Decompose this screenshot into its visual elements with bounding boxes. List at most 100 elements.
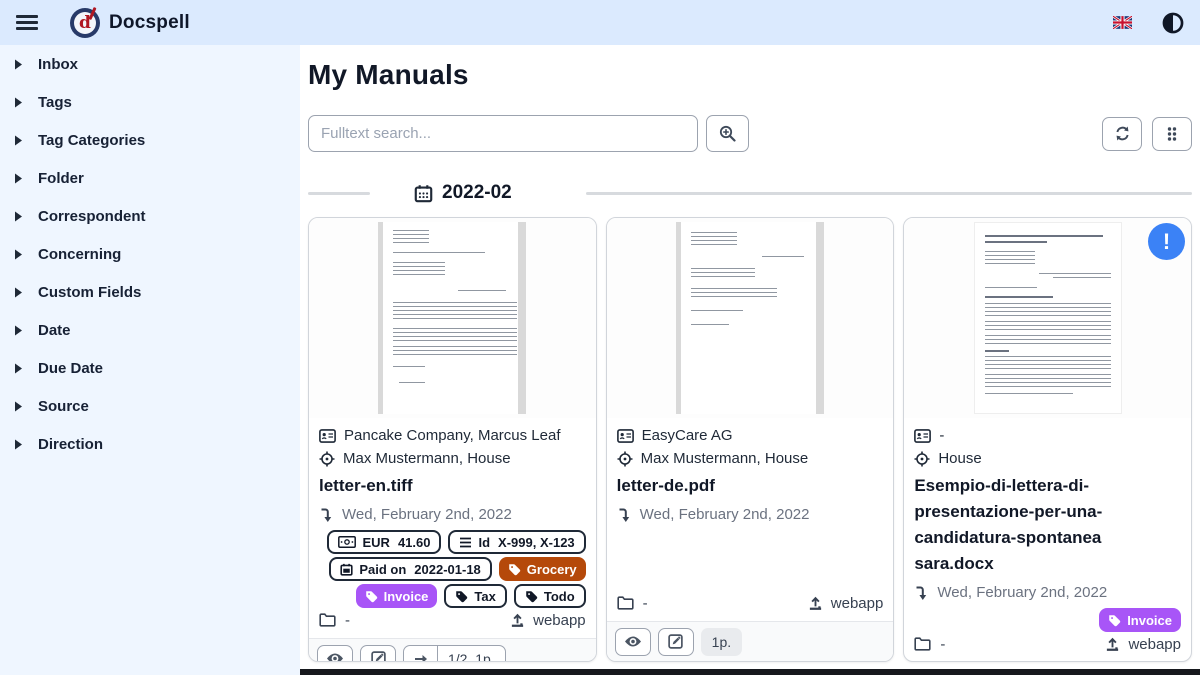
folder-icon: [617, 596, 634, 610]
folder-icon: [914, 637, 931, 651]
pen-square-icon: [371, 651, 386, 662]
search-input[interactable]: [308, 115, 698, 152]
tag-icon: [525, 590, 538, 603]
folder-info: -: [617, 595, 648, 612]
preview-button[interactable]: [317, 645, 353, 663]
app-logo[interactable]: d Docspell: [70, 8, 190, 38]
month-group-label: 2022-02: [442, 182, 512, 204]
caret-right-icon: [14, 97, 23, 108]
source-info: webapp: [808, 595, 884, 612]
menu-icon[interactable]: [16, 12, 38, 34]
caret-right-icon: [14, 325, 23, 336]
app-title: Docspell: [109, 12, 190, 34]
grid-view-button[interactable]: [1152, 117, 1192, 151]
caret-right-icon: [14, 363, 23, 374]
document-thumbnail[interactable]: [309, 218, 596, 418]
correspondent-row: -: [914, 424, 1181, 447]
source-value: webapp: [533, 612, 586, 629]
attachments-group: 1/2, 1p.: [403, 645, 506, 663]
main-content: My Manuals: [300, 45, 1200, 675]
item-name: letter-en.tiff: [319, 473, 586, 499]
crosshair-icon: [914, 451, 930, 467]
caret-right-icon: [14, 173, 23, 184]
correspondent-value: Pancake Company, Marcus Leaf: [344, 427, 561, 444]
concerning-row: Max Mustermann, House: [617, 447, 884, 470]
folder-value: -: [643, 595, 648, 612]
edit-button[interactable]: [360, 645, 396, 663]
address-card-icon: [617, 429, 634, 443]
sidebar-item-direction[interactable]: Direction: [0, 425, 300, 463]
pen-square-icon: [668, 634, 683, 649]
bottom-edge-bar: [300, 669, 1200, 675]
caret-right-icon: [14, 287, 23, 298]
item-name: Esempio-di-lettera-di-presentazione-per-…: [914, 473, 1181, 577]
search-plus-icon: [719, 125, 736, 142]
tag-badge: Tax: [444, 584, 506, 608]
address-card-icon: [319, 429, 336, 443]
docspell-logo-icon: d: [70, 8, 100, 38]
sidebar-item-folder[interactable]: Folder: [0, 159, 300, 197]
custom-field-amount: EUR 41.60: [327, 530, 441, 554]
preview-button[interactable]: [615, 628, 651, 656]
upload-icon: [1105, 637, 1120, 652]
search-button[interactable]: [706, 115, 749, 152]
address-card-icon: [914, 429, 931, 443]
sidebar-item-concerning[interactable]: Concerning: [0, 235, 300, 273]
tag-badge: Invoice: [356, 584, 438, 608]
arrow-right-icon: [414, 653, 428, 663]
sidebar-item-date[interactable]: Date: [0, 311, 300, 349]
sidebar-item-inbox[interactable]: Inbox: [0, 45, 300, 83]
item-date: Wed, February 2nd, 2022: [342, 506, 512, 523]
sidebar-item-custom-fields[interactable]: Custom Fields: [0, 273, 300, 311]
sidebar-item-due-date[interactable]: Due Date: [0, 349, 300, 387]
folder-icon: [319, 613, 336, 627]
item-date: Wed, February 2nd, 2022: [640, 506, 810, 523]
source-info: webapp: [1105, 636, 1181, 653]
document-thumbnail[interactable]: [904, 218, 1191, 418]
next-attachment-button[interactable]: [404, 646, 438, 663]
uk-flag-icon[interactable]: [1113, 16, 1132, 29]
item-card[interactable]: Pancake Company, Marcus Leaf Max Musterm…: [308, 217, 597, 662]
tag-badge: Invoice: [1099, 608, 1181, 632]
sidebar-item-tag-categories[interactable]: Tag Categories: [0, 121, 300, 159]
dark-mode-toggle-icon[interactable]: [1162, 12, 1184, 34]
upload-icon: [510, 613, 525, 628]
sidebar-item-source[interactable]: Source: [0, 387, 300, 425]
eye-icon: [624, 635, 642, 648]
folder-info: -: [319, 612, 350, 629]
folder-info: -: [914, 636, 945, 653]
calendar-icon: [414, 184, 433, 203]
caret-right-icon: [14, 59, 23, 70]
item-card[interactable]: EasyCare AG Max Mustermann, House letter…: [606, 217, 895, 662]
edit-button[interactable]: [658, 628, 694, 656]
document-thumbnail[interactable]: [607, 218, 894, 418]
new-item-indicator: !: [1148, 223, 1185, 260]
item-card[interactable]: !: [903, 217, 1192, 662]
item-name: letter-de.pdf: [617, 473, 884, 499]
item-date-row: Wed, February 2nd, 2022: [319, 503, 586, 526]
source-value: webapp: [831, 595, 884, 612]
source-info: webapp: [510, 612, 586, 629]
refresh-icon: [1114, 125, 1131, 142]
caret-right-icon: [14, 439, 23, 450]
tag-badge: Todo: [514, 584, 586, 608]
month-group-header: 2022-02: [308, 182, 1192, 204]
tag-icon: [1108, 614, 1121, 627]
caret-right-icon: [14, 211, 23, 222]
sidebar-item-correspondent[interactable]: Correspondent: [0, 197, 300, 235]
calendar-icon: [340, 563, 353, 576]
concerning-row: House: [914, 447, 1181, 470]
correspondent-row: Pancake Company, Marcus Leaf: [319, 424, 586, 447]
tag-badge: Grocery: [499, 557, 586, 581]
item-date-row: Wed, February 2nd, 2022: [914, 581, 1181, 604]
upload-icon: [808, 596, 823, 611]
refresh-button[interactable]: [1102, 117, 1142, 151]
caret-right-icon: [14, 401, 23, 412]
caret-right-icon: [14, 135, 23, 146]
item-date-row: Wed, February 2nd, 2022: [617, 503, 884, 526]
concerning-row: Max Mustermann, House: [319, 447, 586, 470]
correspondent-value: -: [939, 427, 944, 444]
sidebar-item-tags[interactable]: Tags: [0, 83, 300, 121]
pages-label: 1/2, 1p.: [438, 646, 505, 663]
crosshair-icon: [617, 451, 633, 467]
